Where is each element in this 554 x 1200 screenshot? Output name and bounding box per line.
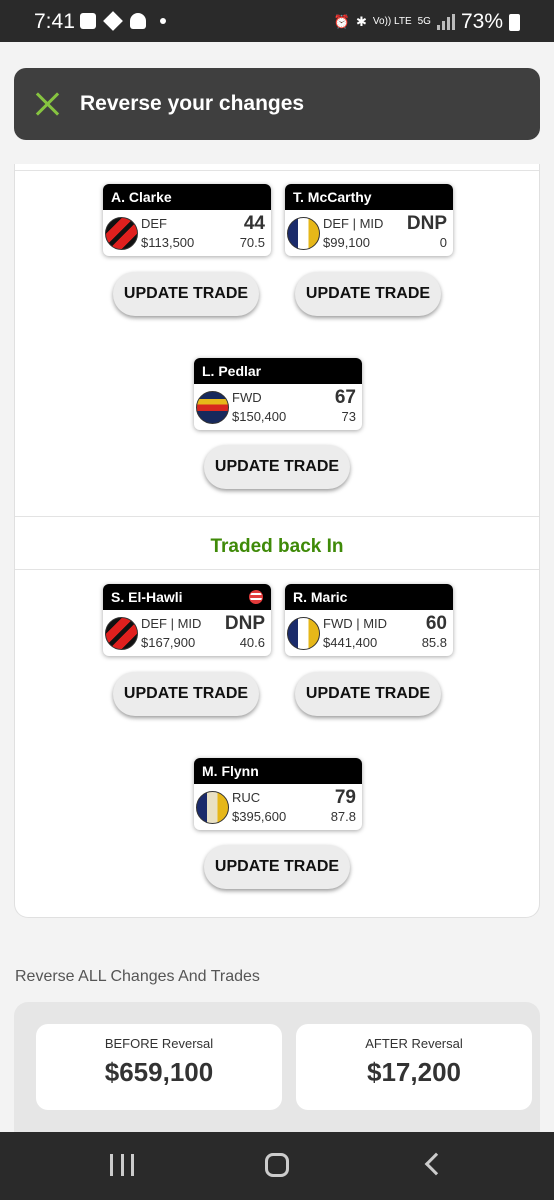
snapchat-icon [130, 13, 146, 29]
reverse-all-heading: Reverse ALL Changes And Trades [15, 968, 260, 985]
divider [15, 516, 539, 517]
update-trade-button[interactable]: UPDATE TRADE [204, 845, 350, 889]
divider [15, 569, 539, 570]
player-card-mccarthy[interactable]: T. McCarthy DEF | MID $99,100 DNP 0 [285, 184, 453, 256]
more-notifications-icon [160, 18, 166, 24]
after-reversal-value: $17,200 [367, 1057, 461, 1087]
reversal-summary: BEFORE Reversal $659,100 AFTER Reversal … [14, 1002, 540, 1132]
player-card-flynn[interactable]: M. Flynn RUC $395,600 79 87.8 [194, 758, 362, 830]
player-price: $113,500 [141, 235, 195, 250]
update-trade-button[interactable]: UPDATE TRADE [295, 272, 441, 316]
update-trade-button[interactable]: UPDATE TRADE [113, 672, 259, 716]
bluetooth-icon: ✱ [356, 14, 367, 29]
volte-label: Vo)) LTE [372, 16, 412, 27]
player-position: DEF [141, 216, 167, 231]
signal-icon [436, 14, 455, 30]
guernsey-icon [105, 617, 138, 650]
player-name: T. McCarthy [285, 184, 453, 210]
guernsey-icon [287, 217, 320, 250]
player-position: DEF | MID [141, 616, 202, 631]
player-average: 85.8 [421, 635, 447, 650]
home-icon[interactable] [265, 1153, 289, 1177]
status-bar: 7:41 ⏰ ✱ Vo)) LTE 5G 73% [0, 0, 554, 42]
system-icons: ⏰ ✱ Vo)) LTE 5G 73% [334, 10, 520, 34]
player-price: $150,400 [232, 409, 287, 424]
close-icon[interactable] [34, 91, 60, 117]
player-price: $395,600 [232, 809, 287, 824]
player-average: 40.6 [239, 635, 265, 650]
player-name: M. Flynn [194, 758, 362, 784]
gallery-icon [80, 13, 96, 29]
battery-icon [509, 13, 520, 31]
divider [15, 170, 539, 171]
player-position: FWD [232, 390, 262, 405]
guernsey-icon [287, 617, 320, 650]
guernsey-icon [105, 217, 138, 250]
after-reversal-label: AFTER Reversal [365, 1036, 463, 1051]
network-5g-label: 5G [417, 16, 431, 27]
player-card-maric[interactable]: R. Maric FWD | MID $441,400 60 85.8 [285, 584, 453, 656]
before-reversal-label: BEFORE Reversal [104, 1036, 214, 1051]
player-score: DNP [224, 613, 265, 634]
player-position: DEF | MID [323, 216, 384, 231]
update-trade-button[interactable]: UPDATE TRADE [113, 272, 259, 316]
player-average: 87.8 [330, 809, 356, 824]
reverse-changes-toast[interactable]: Reverse your changes [14, 68, 540, 140]
update-trade-button[interactable]: UPDATE TRADE [295, 672, 441, 716]
notification-icons [80, 11, 166, 31]
player-card-clarke[interactable]: A. Clarke DEF $113,500 44 70.5 [103, 184, 271, 256]
player-price: $167,900 [141, 635, 196, 650]
battery-percent: 73% [460, 10, 503, 33]
player-position: RUC [232, 790, 261, 805]
player-name: R. Maric [285, 584, 453, 610]
player-position: FWD | MID [323, 616, 388, 631]
player-score: 79 [334, 787, 356, 808]
guernsey-icon [196, 791, 229, 824]
recents-icon[interactable] [110, 1154, 134, 1176]
player-average: 73 [341, 409, 356, 424]
flag-icon [249, 590, 263, 604]
player-average: 70.5 [239, 235, 265, 250]
back-icon[interactable] [424, 1152, 448, 1176]
player-score: DNP [406, 213, 447, 234]
app-notification-icon [103, 11, 123, 31]
player-average: 0 [439, 235, 447, 250]
system-nav-bar [0, 1132, 554, 1200]
guernsey-icon [196, 391, 229, 424]
player-card-pedlar[interactable]: L. Pedlar FWD $150,400 67 73 [194, 358, 362, 430]
player-price: $441,400 [323, 635, 378, 650]
alarm-icon: ⏰ [333, 14, 350, 29]
player-name: L. Pedlar [194, 358, 362, 384]
traded-in-heading: Traded back In [210, 536, 344, 557]
player-score: 44 [243, 213, 265, 234]
player-name: S. El-Hawli [103, 584, 271, 610]
bottom-sheet: Reverse your changes A. Clarke DEF $113,… [0, 42, 554, 1132]
trades-panel: A. Clarke DEF $113,500 44 70.5 UPDATE TR… [14, 164, 540, 918]
player-name: A. Clarke [103, 184, 271, 210]
player-score: 67 [334, 387, 356, 408]
clock: 7:41 [34, 10, 75, 33]
update-trade-button[interactable]: UPDATE TRADE [204, 445, 350, 489]
player-card-el-hawli[interactable]: S. El-Hawli DEF | MID $167,900 DNP 40.6 [103, 584, 271, 656]
before-reversal-box: BEFORE Reversal $659,100 [36, 1024, 282, 1110]
before-reversal-value: $659,100 [104, 1057, 214, 1087]
player-price: $99,100 [323, 235, 370, 250]
toast-label: Reverse your changes [80, 92, 305, 115]
player-score: 60 [425, 613, 447, 634]
after-reversal-box: AFTER Reversal $17,200 [296, 1024, 532, 1110]
